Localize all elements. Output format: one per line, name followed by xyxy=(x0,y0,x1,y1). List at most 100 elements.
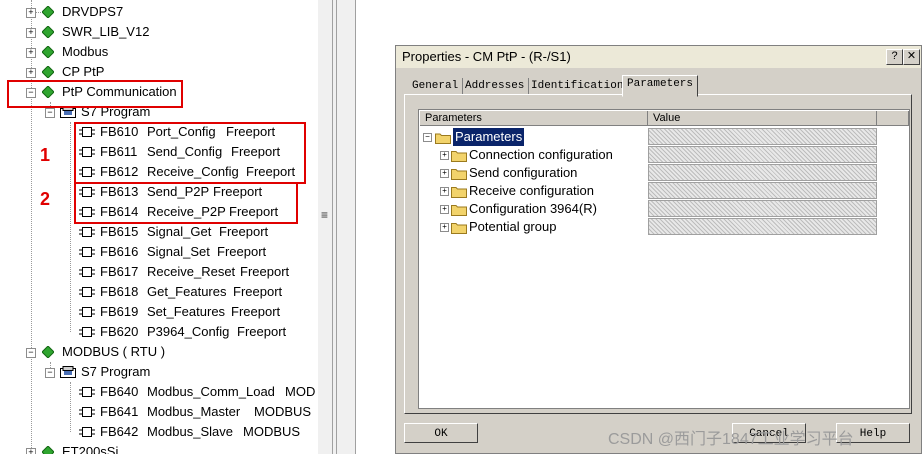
splitter-grip-icon[interactable]: ≡ xyxy=(321,208,328,222)
library-icon xyxy=(42,46,54,58)
tree-item-drvdps7[interactable]: + DRVDPS7 xyxy=(0,2,300,22)
block-symbol: Modbus_Master xyxy=(147,404,241,419)
block-family: MODBUS xyxy=(254,404,312,419)
watermark: CSDN @西门子1847工业学习平台 xyxy=(608,431,854,448)
tree-item-fb[interactable]: FB641 Modbus_Master MODBUS xyxy=(0,402,318,422)
dialog-titlebar[interactable]: Properties - CM PtP - (R-/S1) ? ✕ xyxy=(396,46,921,68)
pane-splitter[interactable] xyxy=(318,0,356,454)
tree-item-cp-ptp[interactable]: + CP PtP xyxy=(0,62,300,82)
tab-identification[interactable]: Identification xyxy=(527,78,629,94)
close-icon[interactable]: ✕ xyxy=(903,49,920,65)
selected-item-label: Parameters xyxy=(453,128,525,146)
tree-item-et200[interactable]: + ET200sSi xyxy=(0,442,300,454)
tree-item-fb[interactable]: FB618 Get_Features Freeport xyxy=(0,282,310,302)
function-block-icon xyxy=(79,227,95,237)
block-family: MOD xyxy=(285,384,316,399)
expand-icon[interactable]: + xyxy=(26,448,36,454)
properties-dialog: Properties - CM PtP - (R-/S1) ? ✕ Genera… xyxy=(395,45,922,454)
folder-open-icon xyxy=(435,133,451,144)
block-number: FB619 xyxy=(100,304,139,319)
annotation-label-2: 2 xyxy=(40,189,51,209)
collapse-icon[interactable]: − xyxy=(26,348,36,358)
dialog-title: Properties - CM PtP - (R-/S1) xyxy=(402,49,571,64)
expand-icon[interactable]: + xyxy=(26,68,36,78)
block-number: FB617 xyxy=(100,264,139,279)
expand-icon[interactable]: + xyxy=(440,205,449,214)
block-symbol: Signal_Get xyxy=(147,224,212,239)
tab-general[interactable]: General xyxy=(408,78,464,94)
tree-item-fb[interactable]: FB615 Signal_Get Freeport xyxy=(0,222,310,242)
collapse-icon[interactable]: − xyxy=(423,133,432,142)
help-icon[interactable]: ? xyxy=(886,49,903,65)
function-block-icon xyxy=(79,247,95,257)
expand-icon[interactable]: + xyxy=(440,223,449,232)
tree-item-fb[interactable]: FB617 Receive_Reset Freeport xyxy=(0,262,310,282)
column-header-parameters[interactable]: Parameters xyxy=(420,111,648,126)
parameters-grid: Parameters Value − Parameters + Connecti… xyxy=(418,109,910,409)
function-block-icon xyxy=(79,407,95,417)
block-number: FB642 xyxy=(100,424,139,439)
function-block-icon xyxy=(79,427,95,437)
value-cell xyxy=(648,218,877,235)
program-icon xyxy=(60,366,76,378)
library-icon xyxy=(42,446,54,454)
block-number: FB616 xyxy=(100,244,139,259)
tree-item-label: DRVDPS7 xyxy=(62,4,124,19)
folder-icon xyxy=(451,169,467,180)
tree-item-label: CP PtP xyxy=(62,64,105,79)
value-cell xyxy=(648,200,877,217)
tree-row-label: Configuration 3964(R) xyxy=(469,201,597,216)
column-header-value[interactable]: Value xyxy=(648,111,877,126)
function-block-icon xyxy=(79,327,95,337)
tree-item-fb[interactable]: FB620 P3964_Config Freeport xyxy=(0,322,310,342)
tree-item-fb[interactable]: FB640 Modbus_Comm_Load MOD xyxy=(0,382,318,402)
collapse-icon[interactable]: − xyxy=(45,108,55,118)
library-icon xyxy=(42,346,54,358)
block-family: MODBUS xyxy=(243,424,301,439)
folder-icon xyxy=(451,223,467,234)
tree-row-label: Connection configuration xyxy=(469,147,613,162)
function-block-icon xyxy=(79,287,95,297)
block-family: Freeport xyxy=(233,284,283,299)
highlight-box-ptp xyxy=(7,80,183,108)
expand-icon[interactable]: + xyxy=(440,187,449,196)
ok-button[interactable]: OK xyxy=(404,423,478,443)
block-number: FB618 xyxy=(100,284,139,299)
expand-icon[interactable]: + xyxy=(26,28,36,38)
tab-addresses[interactable]: Addresses xyxy=(461,78,530,94)
library-icon xyxy=(42,66,54,78)
block-number: FB615 xyxy=(100,224,139,239)
expand-icon[interactable]: + xyxy=(440,169,449,178)
tree-item-label: S7 Program xyxy=(81,364,151,379)
tree-item-fb[interactable]: FB619 Set_Features Freeport xyxy=(0,302,310,322)
block-symbol: Modbus_Comm_Load xyxy=(147,384,275,399)
function-block-icon xyxy=(79,387,95,397)
highlight-box-config xyxy=(74,122,306,184)
tree-item-fb[interactable]: FB616 Signal_Set Freeport xyxy=(0,242,310,262)
project-tree: + DRVDPS7 + SWR_LIB_V12 + Modbus + CP Pt… xyxy=(0,0,318,454)
expand-icon[interactable]: + xyxy=(26,8,36,18)
tree-item-label: SWR_LIB_V12 xyxy=(62,24,150,39)
collapse-icon[interactable]: − xyxy=(45,368,55,378)
tree-item-modbus[interactable]: + Modbus xyxy=(0,42,300,62)
block-family: Freeport xyxy=(219,224,269,239)
tree-item-fb[interactable]: FB642 Modbus_Slave MODBUS xyxy=(0,422,318,442)
tree-item-swr-lib[interactable]: + SWR_LIB_V12 xyxy=(0,22,300,42)
tree-item-s7-program[interactable]: − S7 Program xyxy=(0,362,300,382)
block-symbol: P3964_Config xyxy=(147,324,230,339)
tree-row-label: Potential group xyxy=(469,219,557,234)
tree-item-label: MODBUS ( RTU ) xyxy=(62,344,166,359)
folder-icon xyxy=(451,205,467,216)
tree-item-label: Modbus xyxy=(62,44,109,59)
tree-item-modbus-rtu[interactable]: − MODBUS ( RTU ) xyxy=(0,342,300,362)
tab-parameters[interactable]: Parameters xyxy=(622,75,699,97)
function-block-icon xyxy=(79,307,95,317)
folder-icon xyxy=(451,151,467,162)
tree-row-label: Send configuration xyxy=(469,165,578,180)
block-symbol: Set_Features xyxy=(147,304,226,319)
value-cell xyxy=(648,182,877,199)
folder-icon xyxy=(451,187,467,198)
expand-icon[interactable]: + xyxy=(26,48,36,58)
block-number: FB620 xyxy=(100,324,139,339)
expand-icon[interactable]: + xyxy=(440,151,449,160)
